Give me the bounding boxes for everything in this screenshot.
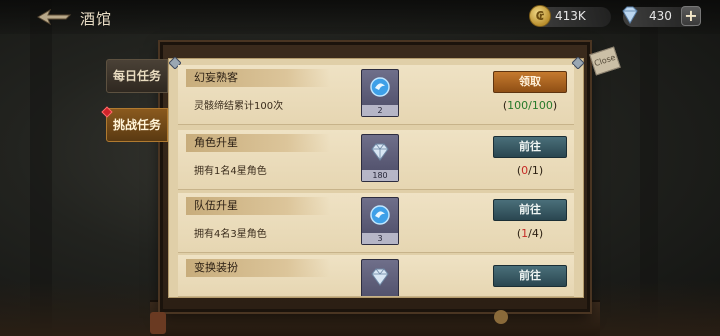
go-button[interactable]: 前往	[493, 136, 567, 158]
floor-prop	[150, 312, 166, 334]
task-title: 角色升星	[186, 134, 330, 152]
spirit-orb-icon	[370, 77, 390, 97]
gem-icon	[622, 6, 638, 24]
reward-count: 3	[362, 233, 398, 244]
gem-value: 430	[649, 9, 672, 23]
floor-prop	[494, 310, 508, 324]
progress-total: 4	[531, 227, 539, 240]
reward-item[interactable]: 3	[361, 197, 399, 245]
progress-total: 1	[531, 164, 539, 177]
task-title: 变换装扮	[186, 259, 330, 277]
spirit-orb-icon	[370, 205, 390, 225]
board-corner-tag[interactable]: Close	[589, 46, 621, 76]
task-progress: (100/100)	[502, 99, 558, 112]
reward-item[interactable]: 2	[361, 69, 399, 117]
page-title: 酒馆	[80, 10, 113, 28]
progress-total: 100	[531, 99, 553, 112]
task-card: 队伍升星 拥有4名3星角色 3 前往 (1/4)	[178, 193, 574, 253]
task-title: 队伍升星	[186, 197, 330, 215]
add-gems-button[interactable]: +	[681, 6, 701, 26]
coin-icon: ₢	[529, 5, 551, 27]
reward-item[interactable]: 180	[361, 134, 399, 182]
task-progress: (0/1)	[516, 164, 544, 177]
task-card: 角色升星 拥有1名4星角色 180 前往 (0/1)	[178, 130, 574, 190]
reward-count: 2	[362, 105, 398, 116]
task-title: 幻妄熟客	[186, 69, 330, 87]
go-button[interactable]: 前往	[493, 265, 567, 287]
progress-current: 100	[507, 99, 529, 112]
coin-value: 413K	[555, 9, 586, 23]
claim-button[interactable]: 领取	[493, 71, 567, 93]
reward-item[interactable]	[361, 259, 399, 296]
tab-daily-tasks[interactable]: 每日任务	[106, 59, 168, 93]
tab-challenge-tasks[interactable]: 挑战任务	[106, 108, 168, 142]
task-description: 灵骸缔结累计100次	[194, 101, 284, 112]
go-button[interactable]: 前往	[493, 199, 567, 221]
task-description: 拥有1名4星角色	[194, 166, 267, 177]
diamond-icon	[371, 143, 389, 161]
task-card: 变换装扮 前往	[178, 255, 574, 297]
task-card: 幻妄熟客 灵骸缔结累计100次 2 领取 (100/100)	[178, 65, 574, 125]
coin-counter: ₢ 413K	[529, 5, 611, 27]
task-description: 拥有4名3星角色	[194, 229, 267, 240]
reward-count: 180	[362, 170, 398, 181]
task-progress: (1/4)	[516, 227, 544, 240]
back-arrow-icon[interactable]	[36, 8, 72, 26]
diamond-icon	[371, 268, 389, 286]
